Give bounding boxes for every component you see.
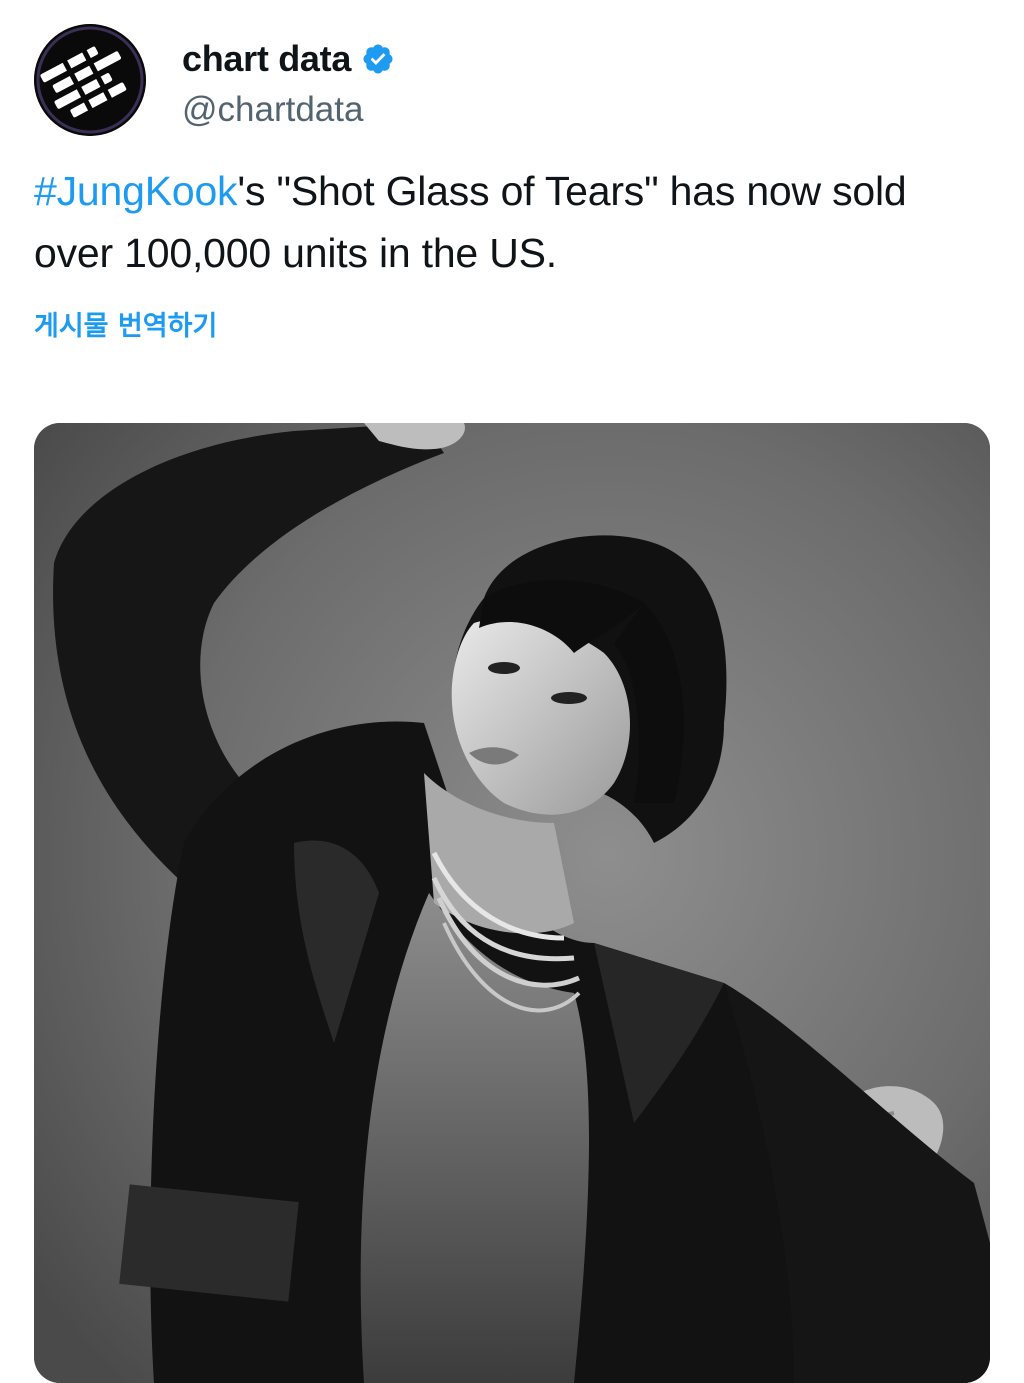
tweet-header: chart data @chartdata <box>34 22 395 138</box>
hashtag-link[interactable]: #JungKook <box>34 168 238 214</box>
author-names: chart data @chartdata <box>182 30 395 130</box>
author-handle[interactable]: @chartdata <box>182 90 395 130</box>
author-display-name[interactable]: chart data <box>182 38 351 80</box>
tweet-text: #JungKook's "Shot Glass of Tears" has no… <box>34 160 984 284</box>
verified-badge-icon[interactable] <box>361 42 395 76</box>
translate-post-link[interactable]: 게시물 번역하기 <box>34 304 217 343</box>
chart-data-logo-icon <box>34 24 146 136</box>
display-name-row: chart data <box>182 30 395 88</box>
avatar[interactable] <box>34 24 146 136</box>
tweet-photo[interactable] <box>34 423 990 1383</box>
portrait-photo-image <box>34 423 990 1383</box>
